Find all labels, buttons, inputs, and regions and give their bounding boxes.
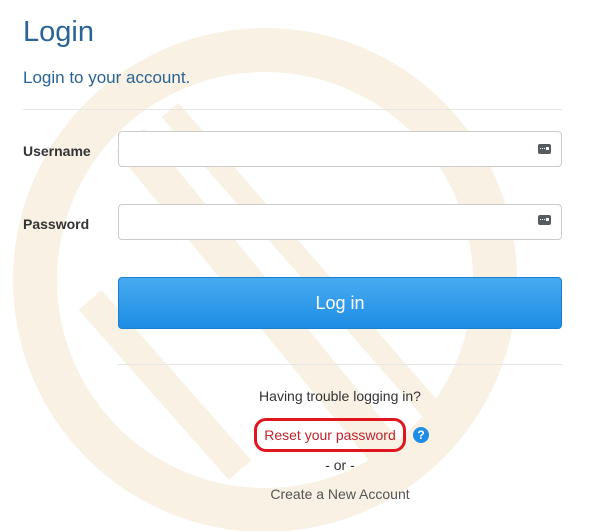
or-separator: - or - — [325, 457, 355, 473]
login-button[interactable]: Log in — [118, 277, 562, 329]
keyboard-icon[interactable] — [538, 144, 551, 154]
create-account-container: Create a New Account — [118, 486, 562, 504]
question-circle-icon[interactable]: ? — [413, 427, 429, 443]
username-label: Username — [23, 143, 91, 159]
keyboard-icon[interactable] — [538, 215, 551, 225]
divider — [118, 364, 562, 365]
page-subtitle: Login to your account. — [23, 68, 191, 87]
divider — [23, 109, 562, 110]
password-input[interactable] — [118, 204, 562, 240]
page-title: Login — [23, 16, 94, 48]
reset-password-link[interactable]: Reset your password — [264, 427, 396, 443]
reset-password-highlight: Reset your password — [254, 418, 406, 452]
username-input[interactable] — [118, 131, 562, 167]
trouble-text: Having trouble logging in? — [259, 388, 421, 404]
create-account-link[interactable]: Create a New Account — [270, 486, 409, 502]
password-label: Password — [23, 216, 90, 232]
login-page: Login Login to your account. Username Pa… — [0, 0, 604, 531]
